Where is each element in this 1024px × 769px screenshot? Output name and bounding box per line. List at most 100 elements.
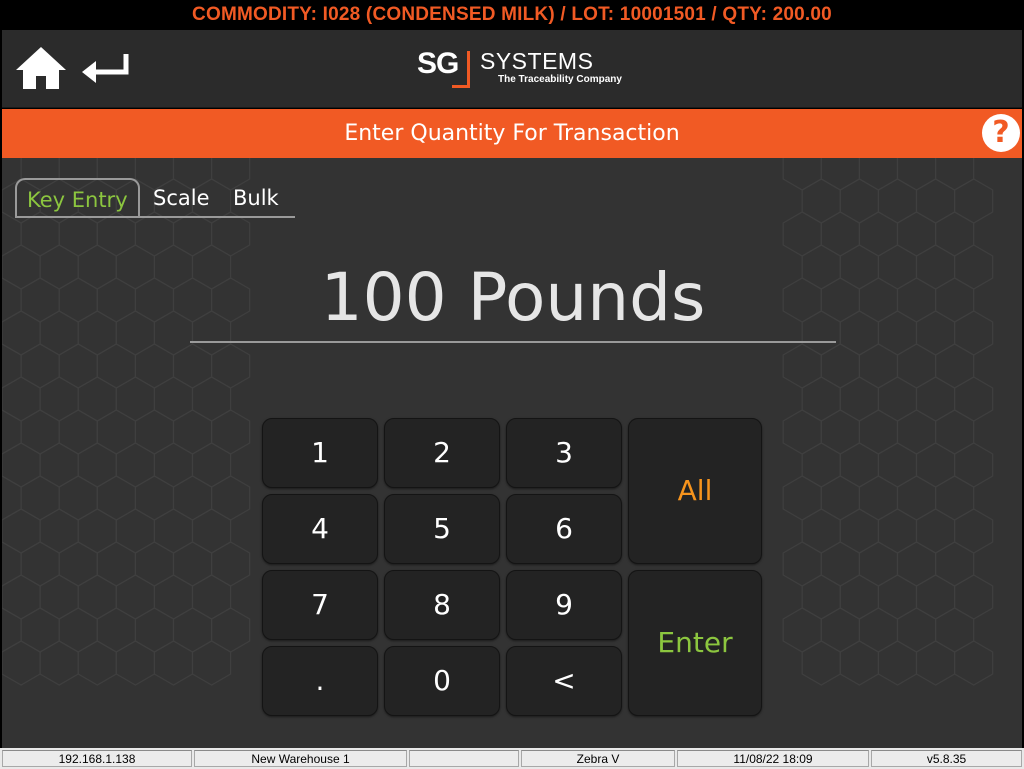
- hexagon-outline: [134, 211, 175, 257]
- hexagon-outline: [39, 640, 79, 686]
- hexagon-outline: [2, 541, 22, 587]
- hexagon-outline: [839, 640, 880, 686]
- hexagon-outline: [877, 442, 918, 488]
- key-1[interactable]: 1: [262, 418, 378, 488]
- hexagon-outline: [134, 343, 175, 389]
- hexagon-outline: [115, 442, 155, 488]
- hexagon-outline: [39, 442, 79, 488]
- key-0[interactable]: 0: [384, 646, 500, 716]
- hexagon-outline: [153, 442, 194, 488]
- hexagon-outline: [820, 475, 861, 521]
- tab-key-entry[interactable]: Key Entry: [15, 178, 140, 218]
- logo-bracket: [452, 51, 470, 88]
- hexagon-outline: [2, 376, 41, 422]
- hexagon-outline: [820, 541, 861, 587]
- hexagon-outline: [2, 640, 41, 686]
- hexagon-outline: [20, 475, 60, 521]
- hexagon-outline: [896, 343, 937, 389]
- hexagon-outline: [2, 442, 41, 488]
- hexagon-outline: [134, 409, 175, 455]
- hexagon-outline: [191, 640, 232, 686]
- hexagon-outline: [953, 442, 994, 488]
- hexagon-outline: [172, 343, 213, 389]
- hexagon-outline: [801, 640, 841, 686]
- hexagon-outline: [953, 574, 994, 620]
- hexagon-outline: [172, 211, 213, 257]
- commodity-banner: COMMODITY: I028 (CONDENSED MILK) / LOT: …: [0, 0, 1024, 30]
- logo-systems-text: SYSTEMS: [480, 48, 594, 74]
- hexagon-outline: [96, 541, 136, 587]
- hexagon-outline: [58, 475, 98, 521]
- hexagon-outline: [115, 376, 155, 422]
- hexagon-outline: [915, 178, 956, 224]
- entry-mode-tabs: Key Entry Scale Bulk: [15, 178, 295, 218]
- hexagon-outline: [934, 158, 975, 191]
- all-button[interactable]: All: [628, 418, 762, 564]
- hexagon-outline: [96, 277, 136, 323]
- hexagon-outline: [915, 376, 956, 422]
- hexagon-outline: [115, 640, 155, 686]
- hexagon-outline: [191, 376, 232, 422]
- hexagon-outline: [58, 607, 98, 653]
- hexagon-outline: [953, 178, 994, 224]
- key-3[interactable]: 3: [506, 418, 622, 488]
- hexagon-outline: [2, 244, 41, 290]
- quantity-underline: [190, 341, 836, 343]
- tab-bulk[interactable]: Bulk: [233, 178, 279, 216]
- hexagon-outline: [858, 343, 899, 389]
- hexagon-outline: [20, 541, 60, 587]
- hexagon-outline: [153, 376, 194, 422]
- key-4[interactable]: 4: [262, 494, 378, 564]
- hexagon-outline: [801, 178, 841, 224]
- help-button[interactable]: ?: [982, 114, 1020, 152]
- hexagon-outline: [191, 508, 232, 554]
- hexagon-outline: [782, 409, 822, 455]
- key-9[interactable]: 9: [506, 570, 622, 640]
- hexagon-outline: [2, 310, 41, 356]
- hexagon-outline: [77, 310, 117, 356]
- hexagon-outline: [77, 244, 117, 290]
- hexagon-outline: [934, 211, 975, 257]
- hexagon-outline: [211, 211, 251, 257]
- hexagon-outline: [896, 409, 937, 455]
- hexagon-outline: [934, 343, 975, 389]
- hexagon-outline: [953, 310, 994, 356]
- key-7[interactable]: 7: [262, 570, 378, 640]
- hexagon-outline: [39, 376, 79, 422]
- hexagon-outline: [820, 409, 861, 455]
- key-2[interactable]: 2: [384, 418, 500, 488]
- hexagon-outline: [20, 343, 60, 389]
- enter-button[interactable]: Enter: [628, 570, 762, 716]
- key-6[interactable]: 6: [506, 494, 622, 564]
- hexagon-outline: [96, 343, 136, 389]
- home-button[interactable]: [14, 44, 68, 92]
- key-8[interactable]: 8: [384, 570, 500, 640]
- key-5[interactable]: 5: [384, 494, 500, 564]
- hexagon-outline: [211, 541, 251, 587]
- hexagon-outline: [2, 277, 22, 323]
- back-button[interactable]: [80, 48, 134, 88]
- hexagon-outline: [915, 574, 956, 620]
- hexagon-outline: [934, 409, 975, 455]
- hexagon-outline: [134, 541, 175, 587]
- hexagon-outline: [172, 409, 213, 455]
- key-backspace[interactable]: <: [506, 646, 622, 716]
- hexagon-outline: [877, 508, 918, 554]
- hexagon-outline: [953, 508, 994, 554]
- status-bar: 192.168.1.138 New Warehouse 1 Zebra V 11…: [0, 748, 1024, 769]
- hexagon-outline: [896, 277, 937, 323]
- hexagon-outline: [934, 475, 975, 521]
- hexagon-outline: [2, 409, 22, 455]
- hexagon-outline: [115, 310, 155, 356]
- hexagon-outline: [191, 574, 232, 620]
- status-warehouse: New Warehouse 1: [194, 750, 407, 767]
- tab-scale[interactable]: Scale: [153, 178, 210, 216]
- hexagon-outline: [858, 158, 899, 191]
- hexagon-outline: [782, 541, 822, 587]
- hexagon-outline: [896, 607, 937, 653]
- hexagon-outline: [2, 211, 22, 257]
- hexagon-outline: [801, 508, 841, 554]
- status-datetime: 11/08/22 18:09: [677, 750, 869, 767]
- hexagon-outline: [782, 607, 822, 653]
- key-decimal[interactable]: .: [262, 646, 378, 716]
